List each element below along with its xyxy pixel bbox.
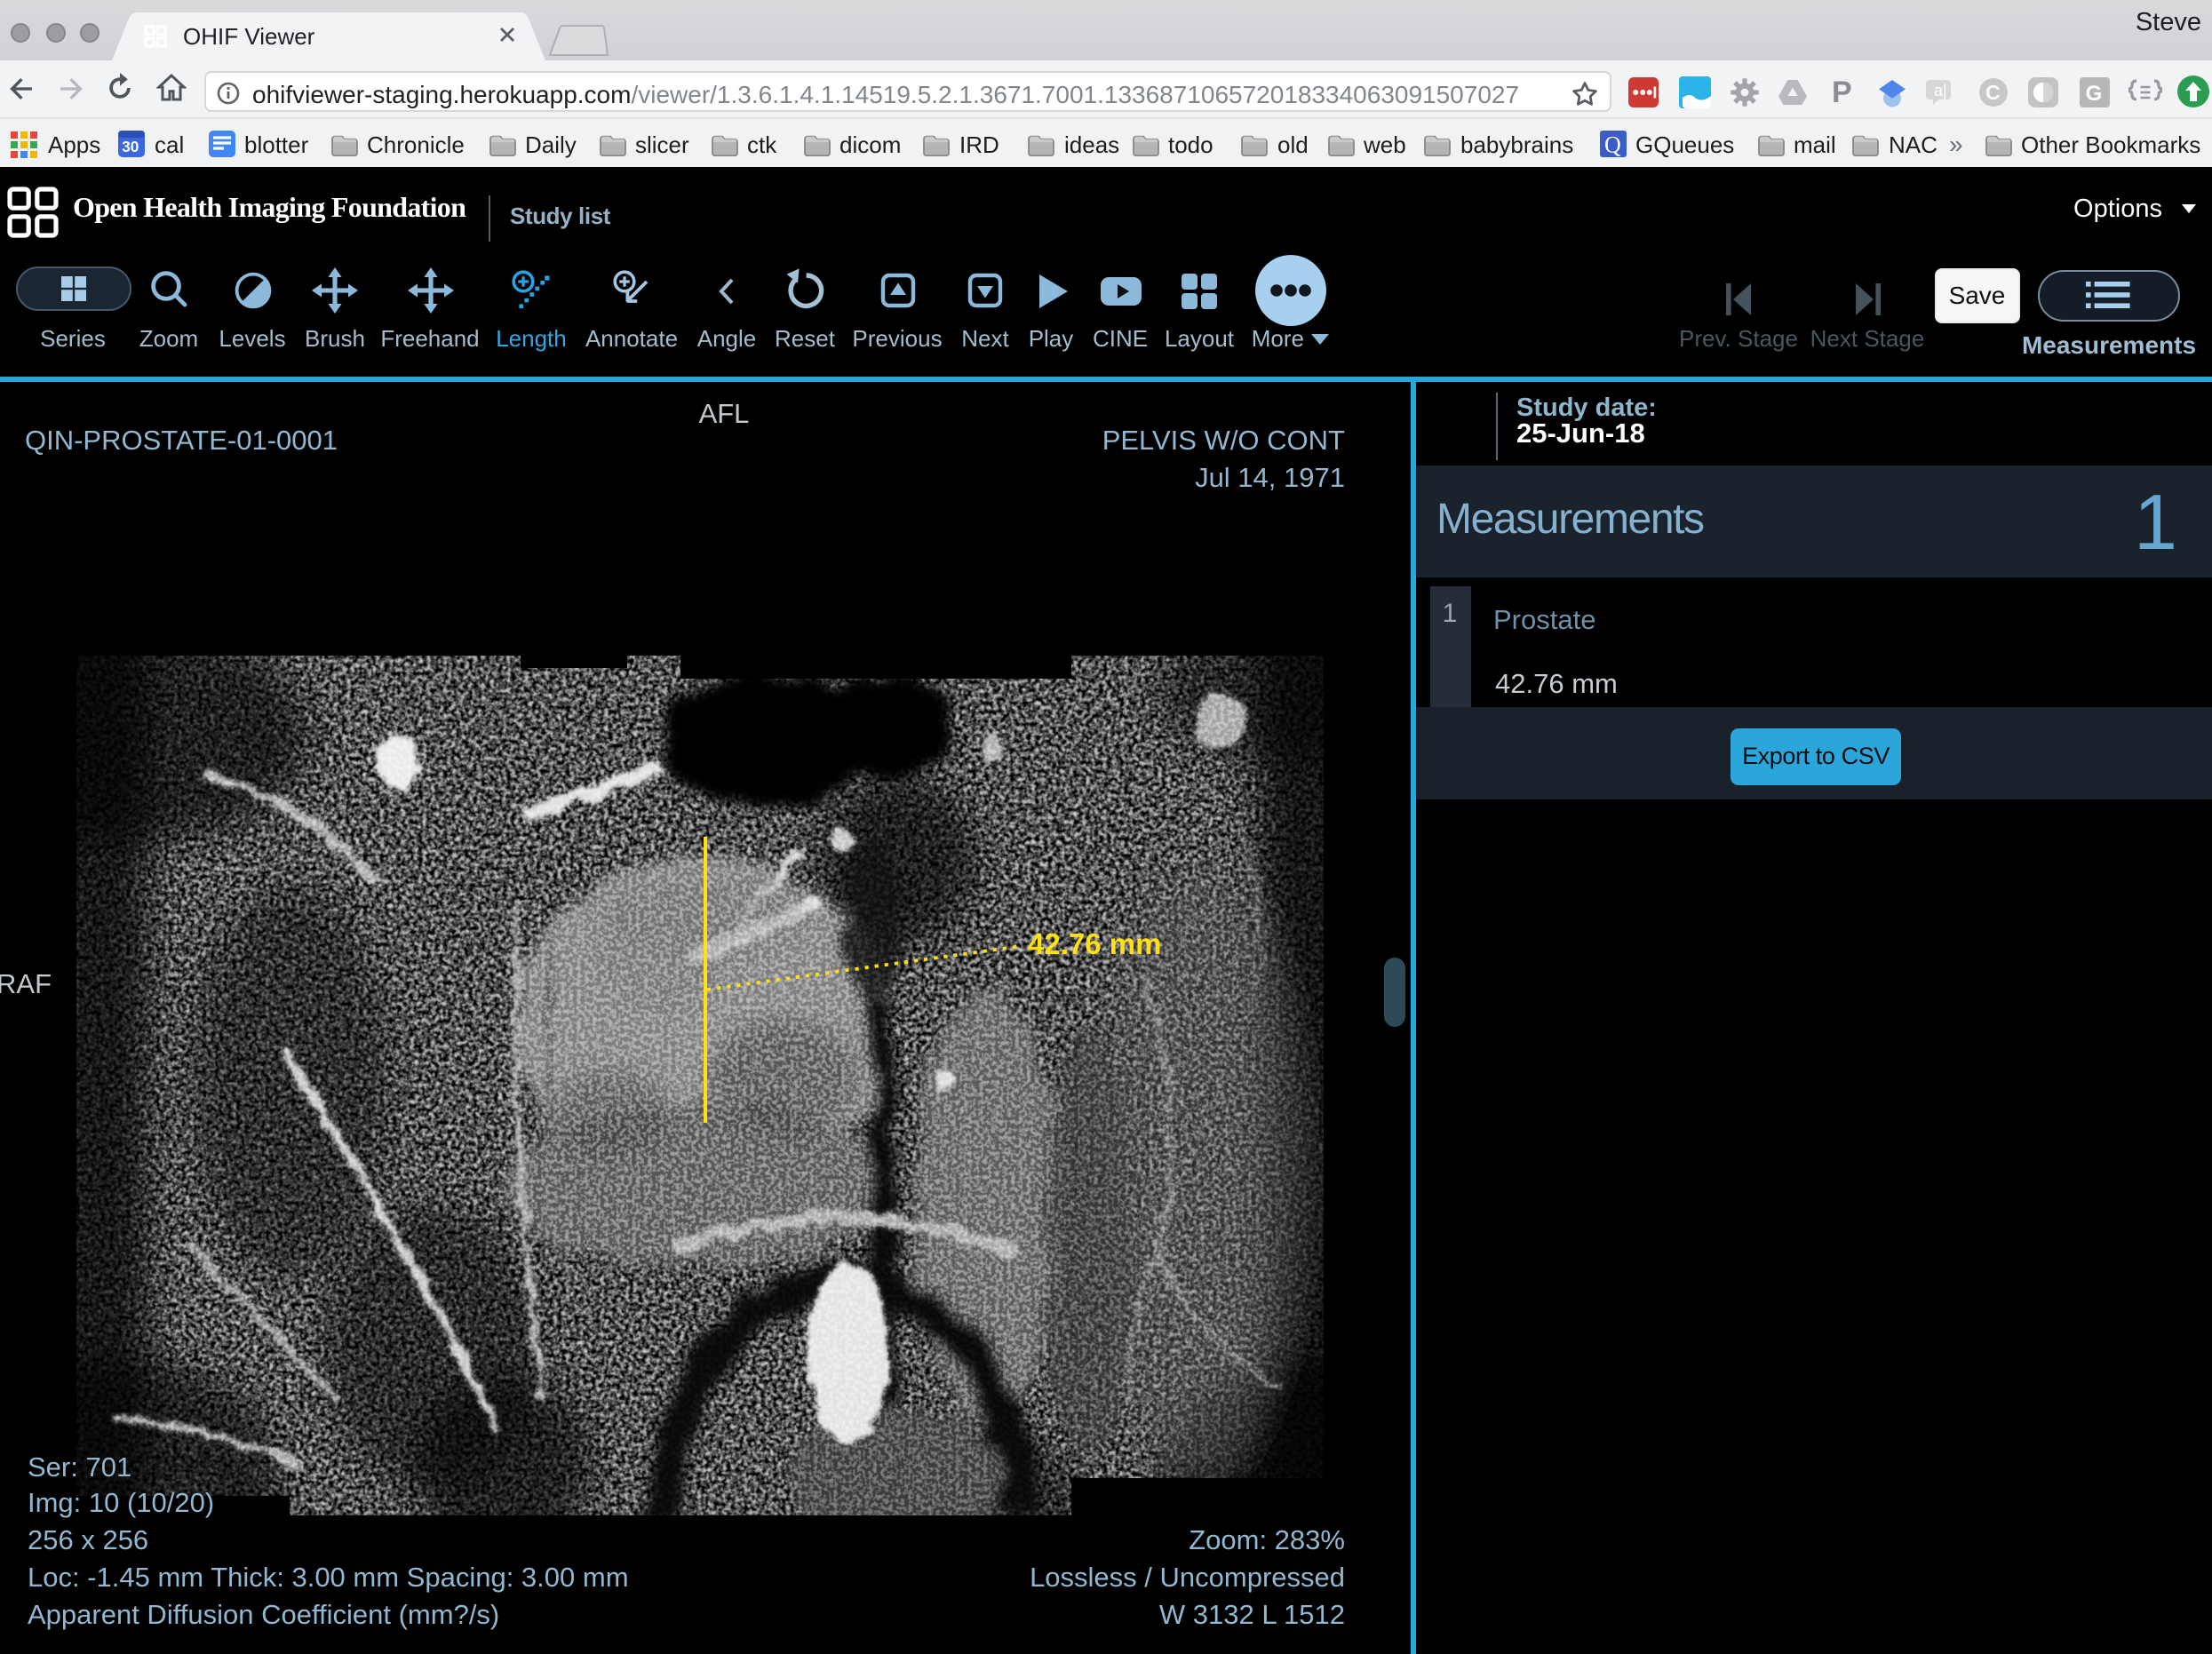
svg-text:Q: Q [1603, 132, 1620, 158]
svg-text:P: P [1832, 76, 1852, 108]
svg-text:C: C [1985, 81, 2001, 104]
svg-text:30: 30 [122, 138, 139, 155]
svg-text:a|: a| [1934, 82, 1947, 99]
svg-text:G: G [2086, 82, 2103, 106]
